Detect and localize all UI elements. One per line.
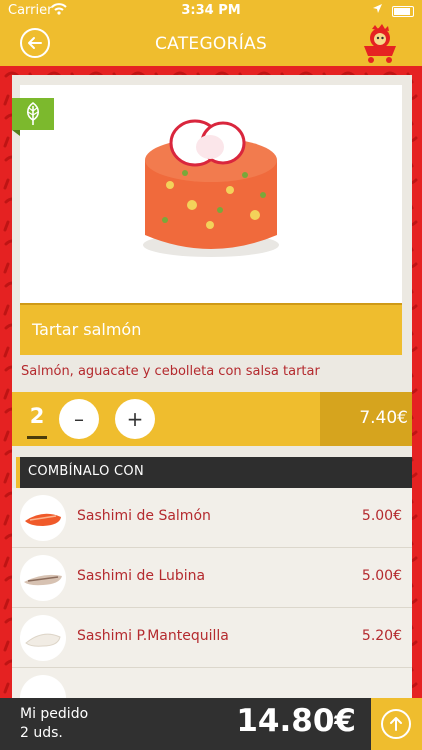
order-summary-bar[interactable]: Mi pedido 2 uds. 14.80€ [0, 698, 422, 750]
product-photo [20, 85, 402, 303]
quantity-value: 2 [29, 404, 45, 428]
sashimi-lubina-image [24, 574, 62, 586]
order-label: Mi pedido [20, 706, 89, 722]
mascot-logo-icon[interactable] [358, 22, 406, 66]
battery-icon [392, 6, 414, 17]
order-count: 2 uds. [20, 725, 63, 741]
combine-item-thumbnail [20, 495, 66, 541]
sashimi-salmon-image [25, 513, 61, 526]
combine-item-sashimi-salmon[interactable]: Sashimi de Salmón 5.00€ [12, 488, 412, 548]
quantity-underline [27, 436, 47, 439]
status-bar: Carrier 3:34 PM [0, 0, 422, 22]
vegetarian-badge [12, 98, 54, 136]
confirm-order-button[interactable] [371, 698, 422, 750]
clock: 3:34 PM [181, 3, 241, 18]
plus-icon: + [126, 407, 144, 431]
location-arrow-icon [373, 4, 382, 13]
arrow-up-icon [390, 717, 402, 731]
combine-item-name: Sashimi de Salmón [77, 508, 211, 524]
product-price: 7.40€ [359, 408, 408, 428]
combine-item-price: 5.00€ [361, 508, 402, 524]
salmon-tartare-image [143, 119, 279, 257]
combine-item-sashimi-lubina[interactable]: Sashimi de Lubina 5.00€ [12, 548, 412, 608]
product-description: Salmón, aguacate y cebolleta con salsa t… [21, 364, 320, 379]
combine-item-sashimi-mantequilla[interactable]: Sashimi P.Mantequilla 5.20€ [12, 608, 412, 668]
arrow-up-circle-icon [381, 709, 411, 739]
combine-item-price: 5.20€ [361, 628, 402, 644]
combine-item-partial[interactable] [12, 668, 412, 698]
sashimi-mantequilla-image [25, 633, 61, 647]
combine-list: Sashimi de Salmón 5.00€ Sashimi de Lubin… [12, 488, 412, 698]
nav-bar: CATEGORÍAS [0, 22, 422, 66]
combine-item-name: Sashimi P.Mantequilla [77, 628, 229, 644]
product-title-bar: Tartar salmón [20, 303, 402, 355]
combine-item-thumbnail [20, 675, 66, 698]
combine-header-label: COMBÍNALO CON [28, 464, 144, 479]
order-total: 14.80€ [236, 703, 356, 739]
product-name: Tartar salmón [32, 320, 142, 339]
decrease-quantity-button[interactable]: – [59, 399, 99, 439]
increase-quantity-button[interactable]: + [115, 399, 155, 439]
combine-section-header: COMBÍNALO CON [16, 457, 412, 488]
combine-item-thumbnail [20, 555, 66, 601]
combine-item-thumbnail [20, 615, 66, 661]
minus-icon: – [74, 407, 84, 431]
product-price-box: 7.40€ [320, 392, 412, 446]
combine-item-name: Sashimi de Lubina [77, 568, 206, 584]
combine-item-price: 5.00€ [361, 568, 402, 584]
vegetarian-leaf-icon [26, 102, 40, 125]
